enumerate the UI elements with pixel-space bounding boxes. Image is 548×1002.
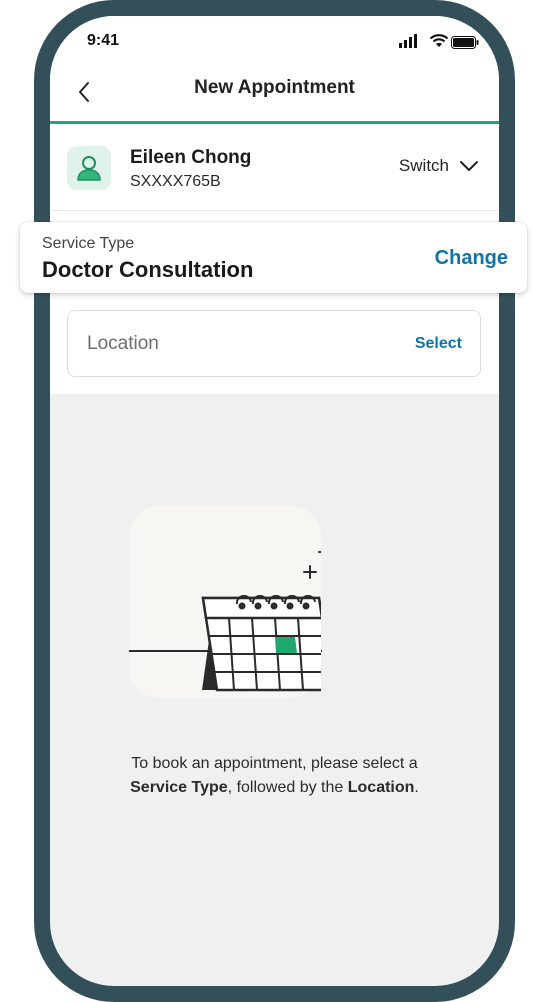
message-text-2: , followed by the bbox=[227, 779, 348, 796]
message-text: To book an appointment, please select a bbox=[131, 755, 418, 772]
person-icon bbox=[77, 156, 101, 181]
location-placeholder: Location bbox=[87, 333, 159, 354]
wifi-icon bbox=[429, 34, 449, 47]
profile-name: Eileen Chong bbox=[130, 147, 252, 168]
status-time: 9:41 bbox=[87, 32, 120, 49]
location-select-button[interactable]: Select bbox=[415, 335, 462, 353]
service-type-label: Service Type bbox=[42, 235, 135, 252]
message-service-type: Service Type bbox=[130, 779, 228, 796]
avatar bbox=[67, 146, 111, 190]
status-bar: 9:41 bbox=[50, 16, 499, 66]
location-field[interactable]: Location Select bbox=[67, 310, 481, 377]
app-stage: 9:41 New Appointment Eileen Chong SXXXX7… bbox=[0, 0, 548, 1002]
page-title: New Appointment bbox=[194, 77, 355, 98]
profile-row: Eileen Chong SXXXX765B Switch bbox=[50, 124, 499, 211]
empty-state-message: To book an appointment, please select a S… bbox=[70, 752, 479, 800]
status-icons bbox=[399, 34, 479, 50]
calendar-illustration bbox=[201, 551, 321, 692]
nav-bar: New Appointment bbox=[50, 66, 499, 124]
message-text-3: . bbox=[414, 779, 419, 796]
chevron-down-icon bbox=[460, 161, 478, 171]
service-type-value: Doctor Consultation bbox=[42, 257, 254, 282]
battery-icon bbox=[451, 36, 479, 49]
change-service-button[interactable]: Change bbox=[435, 247, 508, 270]
phone-screen: 9:41 New Appointment Eileen Chong SXXXX7… bbox=[50, 16, 499, 986]
switch-label: Switch bbox=[398, 156, 449, 175]
switch-profile-button[interactable]: Switch bbox=[399, 156, 479, 176]
signal-icon bbox=[399, 34, 417, 48]
service-type-card[interactable]: Service Type Doctor Consultation Change bbox=[20, 222, 527, 293]
profile-id: SXXXX765B bbox=[130, 173, 221, 190]
message-location: Location bbox=[347, 779, 415, 796]
